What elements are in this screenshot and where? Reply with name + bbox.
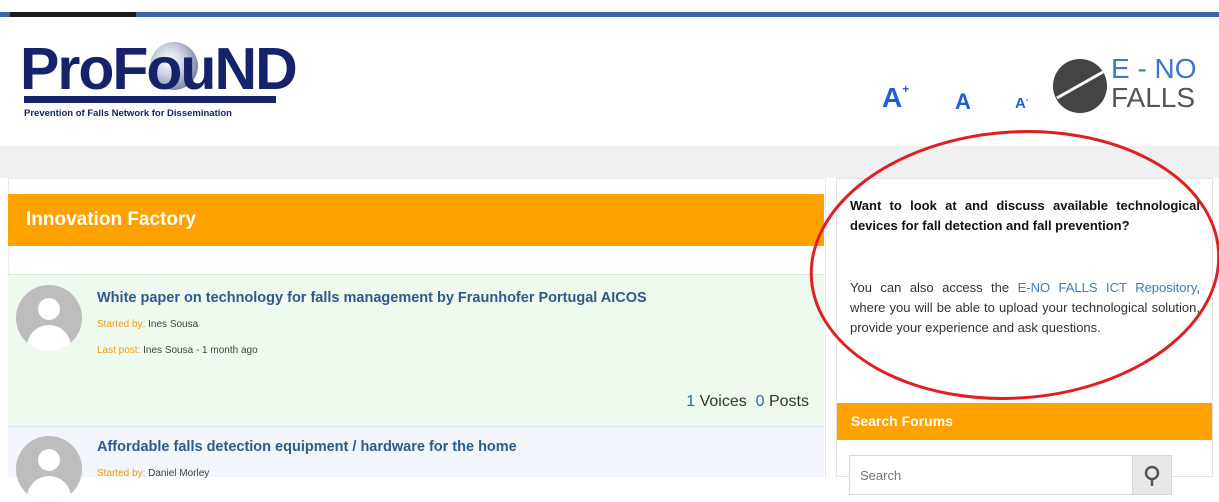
topic-row[interactable]: White paper on technology for falls mana… xyxy=(8,274,824,426)
avatar xyxy=(16,436,82,502)
top-accent-bar xyxy=(0,12,1219,17)
topic-row[interactable]: Affordable falls detection equipment / h… xyxy=(8,426,824,502)
sidebar-paragraph: You can also access the E-NO FALLS ICT R… xyxy=(850,278,1200,338)
top-accent-bar-dark xyxy=(10,12,136,17)
font-reset-icon[interactable]: A xyxy=(955,89,971,115)
eno-falls-repository-link[interactable]: E-NO FALLS ICT Repository xyxy=(1018,280,1197,295)
font-increase-icon[interactable]: A+ xyxy=(882,82,909,114)
topic-started-by: Started by: Daniel Morley xyxy=(97,468,209,479)
posts-label: Posts xyxy=(768,393,809,410)
voices-count: 1 xyxy=(686,393,696,410)
search-icon xyxy=(1144,465,1160,486)
eno-falls-line1: E - NO xyxy=(1111,53,1197,84)
eno-falls-line2: FALLS xyxy=(1111,82,1196,113)
last-post-link[interactable]: Ines Sousa - 1 month ago xyxy=(143,345,258,356)
topic-last-post: Last post: Ines Sousa - 1 month ago xyxy=(97,345,258,356)
last-post-label: Last post: xyxy=(97,345,141,356)
search-button[interactable] xyxy=(1132,455,1172,495)
sidebar-paragraph-text: You can also access the xyxy=(850,280,1018,295)
started-by-label: Started by: xyxy=(97,468,146,479)
search-input[interactable] xyxy=(849,455,1133,495)
topic-started-by: Started by: Ines Sousa xyxy=(97,319,198,330)
started-by-label: Started by: xyxy=(97,319,146,330)
logo-subtitle: Prevention of Falls Network for Dissemin… xyxy=(24,108,232,119)
started-by-author-link[interactable]: Daniel Morley xyxy=(148,468,209,479)
topic-title-link[interactable]: White paper on technology for falls mana… xyxy=(97,290,647,306)
font-decrease-icon[interactable]: A- xyxy=(1015,95,1029,112)
sidebar-question: Want to look at and discuss available te… xyxy=(850,198,1200,233)
eno-falls-logo[interactable]: E - NO FALLS xyxy=(1053,53,1203,116)
avatar xyxy=(16,285,82,351)
eno-falls-emblem-icon xyxy=(1053,59,1107,113)
profound-logo[interactable]: ProFouND Prevention of Falls Network for… xyxy=(20,36,298,122)
logo-wordmark: ProFouND xyxy=(20,36,298,102)
forum-title: Innovation Factory xyxy=(8,194,824,246)
started-by-author-link[interactable]: Ines Sousa xyxy=(148,319,198,330)
content-separator xyxy=(0,146,1219,178)
topic-title-link[interactable]: Affordable falls detection equipment / h… xyxy=(97,439,517,455)
voices-label: Voices xyxy=(699,393,747,410)
search-forums-heading: Search Forums xyxy=(837,403,1212,440)
posts-count: 0 xyxy=(755,393,765,410)
topic-counts: 1 Voices 0 Posts xyxy=(686,393,809,411)
